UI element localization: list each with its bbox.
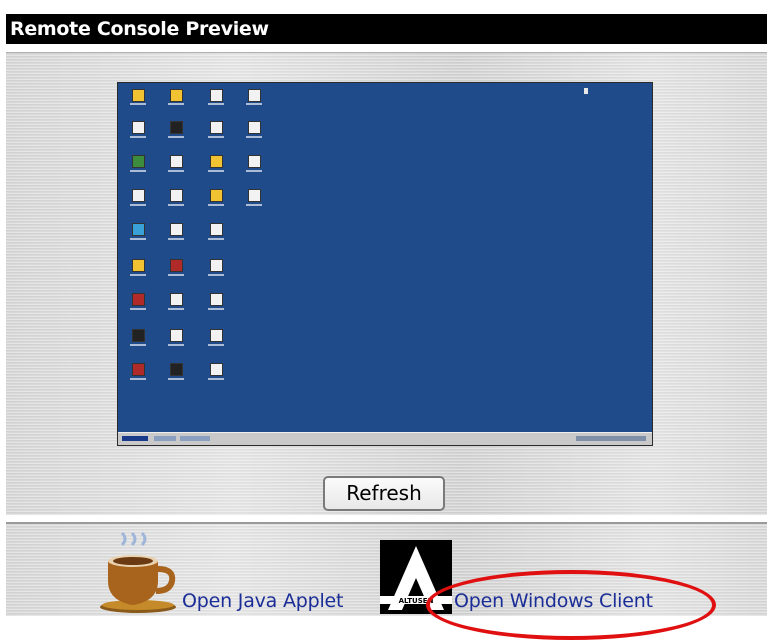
- svg-text:ALTUSEN: ALTUSEN: [399, 597, 434, 605]
- open-java-applet-link[interactable]: Open Java Applet: [182, 590, 343, 612]
- preview-taskbar: [118, 432, 652, 445]
- desktop-icon: [210, 363, 223, 376]
- desktop-icon: [132, 121, 145, 134]
- desktop-icon: [132, 155, 145, 168]
- desktop-icon: [170, 89, 183, 102]
- desktop-icon: [248, 189, 261, 202]
- system-tray: [576, 436, 646, 441]
- open-windows-client-link[interactable]: Open Windows Client: [454, 590, 653, 612]
- console-preview-image[interactable]: [117, 82, 653, 446]
- refresh-button[interactable]: Refresh: [323, 476, 445, 511]
- desktop-icon: [210, 329, 223, 342]
- desktop-icon: [248, 155, 261, 168]
- remote-console-panel: Remote Console Preview Refresh Open Java…: [0, 0, 767, 640]
- start-button-icon: [122, 436, 148, 441]
- desktop-icon: [132, 89, 145, 102]
- desktop-icon: [170, 329, 183, 342]
- desktop-icon: [170, 363, 183, 376]
- desktop-icon: [132, 363, 145, 376]
- desktop-icon: [170, 223, 183, 236]
- desktop-icon: [170, 293, 183, 306]
- desktop-icon: [170, 121, 183, 134]
- desktop-icon: [210, 155, 223, 168]
- altusen-logo-icon[interactable]: ALTUSEN: [380, 540, 452, 614]
- desktop-icon: [210, 121, 223, 134]
- desktop-icon: [248, 89, 261, 102]
- desktop-icon: [132, 329, 145, 342]
- mouse-cursor-icon: [584, 88, 588, 94]
- desktop-icon: [170, 155, 183, 168]
- desktop-icon: [210, 259, 223, 272]
- desktop-icon: [210, 293, 223, 306]
- java-cup-icon[interactable]: [98, 531, 178, 613]
- desktop-icon: [210, 223, 223, 236]
- desktop-icon: [210, 89, 223, 102]
- desktop-icon: [170, 189, 183, 202]
- desktop-icon: [248, 121, 261, 134]
- desktop-icon: [132, 189, 145, 202]
- panel-title: Remote Console Preview: [6, 14, 767, 44]
- desktop-icon: [132, 293, 145, 306]
- desktop-icon: [210, 189, 223, 202]
- desktop-icon: [132, 259, 145, 272]
- desktop-icon: [132, 223, 145, 236]
- desktop-icon: [170, 259, 183, 272]
